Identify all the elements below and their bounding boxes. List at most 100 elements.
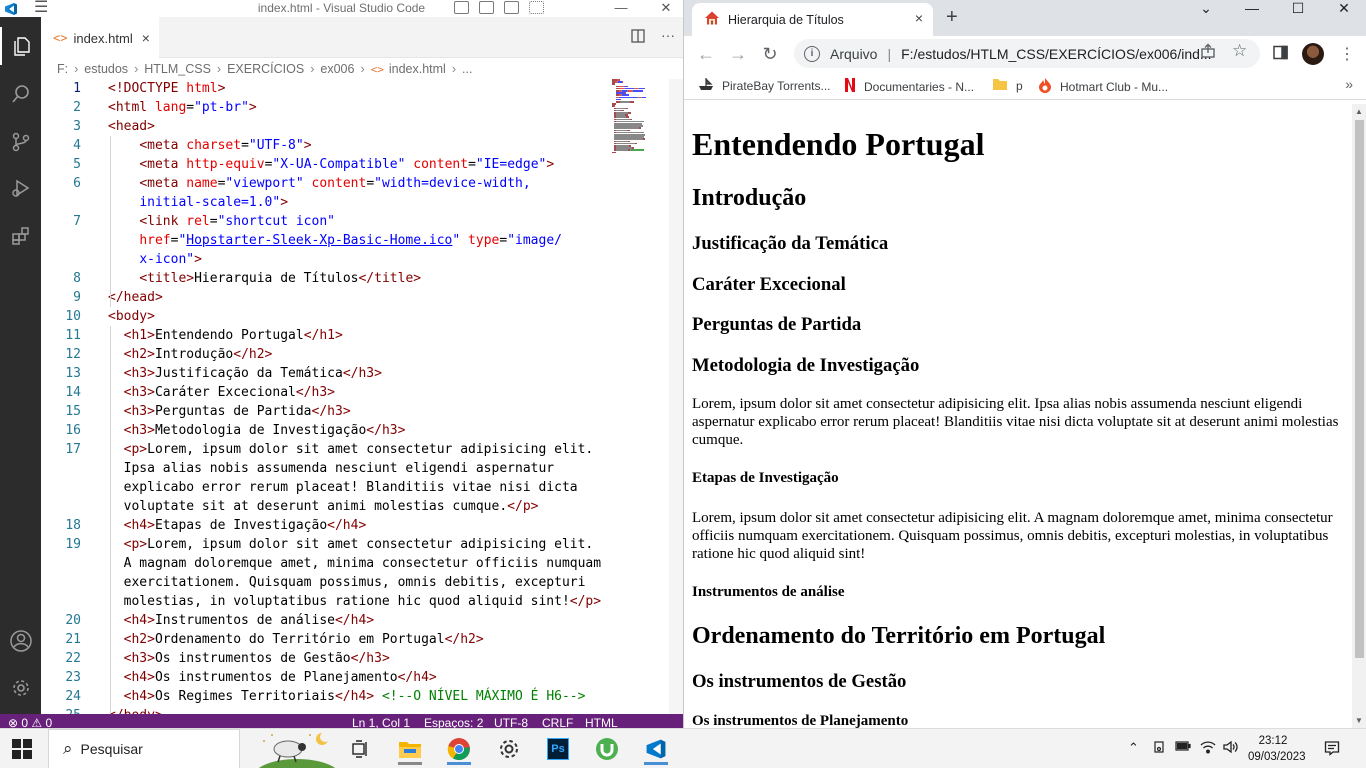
- tab-close-icon[interactable]: ×: [915, 10, 923, 26]
- scroll-up-arrow-icon[interactable]: ▲: [1355, 107, 1363, 116]
- encoding[interactable]: UTF-8: [494, 716, 528, 728]
- bookmark-item[interactable]: Hotmart Club - Mu...: [1038, 77, 1168, 96]
- run-debug-icon[interactable]: [0, 169, 41, 207]
- indentation[interactable]: Espaços: 2: [424, 716, 483, 728]
- chrome-menu-icon[interactable]: ⋮: [1339, 44, 1355, 64]
- code-line[interactable]: 1 <!DOCTYPE html>: [41, 79, 601, 98]
- code-line[interactable]: exercitationem. Quisquam possimus, omnis…: [41, 573, 601, 592]
- code-line[interactable]: 9 </head>: [41, 288, 601, 307]
- toggle-primary-sidebar-icon[interactable]: [454, 1, 469, 14]
- code-line[interactable]: A magnam doloremque amet, minima consect…: [41, 554, 601, 573]
- bookmark-item[interactable]: Documentaries - N...: [844, 77, 974, 96]
- code-line[interactable]: 10 <body>: [41, 307, 601, 326]
- code-line[interactable]: 13 <h3>Justificação da Temática</h3>: [41, 364, 601, 383]
- code-line[interactable]: 19 <p>Lorem, ipsum dolor sit amet consect…: [41, 535, 601, 554]
- code-line[interactable]: 20 <h4>Instrumentos de análise</h4>: [41, 611, 601, 630]
- file-explorer-icon[interactable]: [394, 733, 426, 765]
- scroll-down-arrow-icon[interactable]: ▼: [1355, 716, 1363, 725]
- taskbar-search-box[interactable]: ⌕ Pesquisar: [48, 729, 240, 768]
- url-text[interactable]: F:/estudos/HTLM_CSS/EXERCÍCIOS/ex006/ind…: [901, 46, 1211, 62]
- search-highlight-illustration[interactable]: [252, 729, 340, 768]
- code-line[interactable]: 23 <h4>Os instrumentos de Planejamento</h…: [41, 668, 601, 687]
- wifi-icon[interactable]: [1200, 740, 1216, 757]
- code-editor[interactable]: 1 <!DOCTYPE html> 2 <html lang="pt-br"> 3 <he…: [41, 79, 683, 714]
- problems-indicator[interactable]: ⊗ 0 ⚠ 0: [8, 716, 52, 728]
- volume-icon[interactable]: [1222, 740, 1238, 757]
- scrollbar-thumb[interactable]: [1355, 120, 1364, 658]
- code-line[interactable]: 16 <h3>Metodologia de Investigação</h3>: [41, 421, 601, 440]
- code-line[interactable]: 14 <h3>Caráter Excecional</h3>: [41, 383, 601, 402]
- code-token[interactable]: Hopstarter-Sleek-Xp-Basic-Home.ico: [186, 233, 452, 248]
- code-line[interactable]: 18 <h4>Etapas de Investigação</h4>: [41, 516, 601, 535]
- code-line[interactable]: x-icon">: [41, 250, 601, 269]
- cursor-position[interactable]: Ln 1, Col 1: [352, 716, 410, 728]
- settings-icon[interactable]: [493, 733, 525, 765]
- chrome-icon[interactable]: [443, 733, 475, 765]
- close-button[interactable]: ✕: [1321, 0, 1366, 36]
- split-editor-icon[interactable]: [631, 29, 645, 46]
- code-line[interactable]: 7 <link rel="shortcut icon": [41, 212, 601, 231]
- breadcrumb-item[interactable]: ...: [462, 62, 472, 76]
- tab-close-icon[interactable]: ×: [142, 30, 150, 46]
- forward-arrow-icon[interactable]: →: [726, 42, 750, 66]
- minimap[interactable]: [612, 79, 652, 154]
- code-line[interactable]: initial-scale=1.0">: [41, 193, 601, 212]
- code-line[interactable]: 4 <meta charset="UTF-8">: [41, 136, 601, 155]
- profile-avatar[interactable]: [1302, 43, 1324, 65]
- settings-gear-icon[interactable]: [0, 669, 41, 707]
- breadcrumb-item[interactable]: index.html: [389, 62, 446, 76]
- code-line[interactable]: 5 <meta http-equiv = "X-UA-Compatible" cont…: [41, 155, 601, 174]
- code-line[interactable]: 24 <h4>Os Regimes Territoriais</h4> <!--O…: [41, 687, 601, 706]
- utorrent-icon[interactable]: [591, 733, 623, 765]
- code-line[interactable]: 22 <h3>Os instrumentos de Gestão</h3>: [41, 649, 601, 668]
- bookmark-item[interactable]: PirateBay Torrents...: [698, 77, 831, 94]
- page-scrollbar[interactable]: ▲ ▼: [1352, 104, 1366, 728]
- breadcrumb-item[interactable]: F:: [57, 62, 68, 76]
- code-line[interactable]: 12 <h2>Introdução</h2>: [41, 345, 601, 364]
- vscode-icon[interactable]: [640, 733, 672, 765]
- search-icon[interactable]: [0, 75, 41, 113]
- bookmark-item[interactable]: p: [992, 77, 1023, 94]
- share-icon[interactable]: [1200, 43, 1216, 63]
- reload-icon[interactable]: ↻: [758, 42, 782, 66]
- breadcrumb-item[interactable]: HTLM_CSS: [144, 62, 211, 76]
- code-line[interactable]: Ipsa alias nobis assumenda nesciunt elig…: [41, 459, 601, 478]
- explorer-icon[interactable]: [0, 27, 41, 65]
- breadcrumb-item[interactable]: estudos: [84, 62, 128, 76]
- more-actions-icon[interactable]: ···: [661, 28, 675, 46]
- bookmark-star-icon[interactable]: ☆: [1232, 41, 1247, 61]
- minimize-button[interactable]: —: [609, 0, 633, 17]
- code-line[interactable]: 17 <p>Lorem, ipsum dolor sit amet consect…: [41, 440, 601, 459]
- toggle-secondary-sidebar-icon[interactable]: [504, 1, 519, 14]
- code-line[interactable]: 25 </body>: [41, 706, 601, 714]
- editor-scrollbar[interactable]: [669, 79, 683, 714]
- source-control-icon[interactable]: [0, 123, 41, 161]
- breadcrumb-item[interactable]: EXERCÍCIOS: [227, 62, 304, 76]
- code-line[interactable]: molestias, in voluptatibus ratione hic q…: [41, 592, 601, 611]
- taskbar-clock[interactable]: 23:12 09/03/2023: [1248, 733, 1306, 765]
- battery-icon[interactable]: [1175, 740, 1191, 755]
- language-mode[interactable]: HTML: [585, 716, 618, 728]
- browser-tab[interactable]: Hierarquia de Títulos ×: [692, 3, 933, 36]
- code-line[interactable]: explicabo error rerum placeat! Blanditii…: [41, 478, 601, 497]
- back-arrow-icon[interactable]: ←: [694, 42, 718, 66]
- notification-center-icon[interactable]: [1324, 740, 1340, 759]
- code-line[interactable]: 6 <meta name="viewport" content="width=de…: [41, 174, 601, 193]
- code-line[interactable]: 8 <title>Hierarquia de Títulos</title>: [41, 269, 601, 288]
- tray-device-icon[interactable]: [1152, 740, 1166, 757]
- customize-layout-icon[interactable]: [529, 1, 544, 14]
- address-bar[interactable]: i Arquivo | F:/estudos/HTLM_CSS/EXERCÍCI…: [794, 39, 1260, 68]
- code-line[interactable]: 11 <h1>Entendendo Portugal</h1>: [41, 326, 601, 345]
- breadcrumb-item[interactable]: ex006: [320, 62, 354, 76]
- task-view-icon[interactable]: [344, 733, 376, 765]
- code-line[interactable]: 15 <h3>Perguntas de Partida</h3>: [41, 402, 601, 421]
- extensions-icon[interactable]: [0, 217, 41, 255]
- close-button[interactable]: ✕: [654, 0, 678, 17]
- minimize-button[interactable]: —: [1229, 0, 1275, 36]
- info-icon[interactable]: i: [804, 45, 820, 62]
- code-line[interactable]: href="Hopstarter-Sleek-Xp-Basic-Home.ico…: [41, 231, 601, 250]
- tab-search-chevron-icon[interactable]: ⌄: [1183, 0, 1229, 36]
- end-of-line[interactable]: CRLF: [542, 716, 573, 728]
- maximize-button[interactable]: ☐: [1275, 0, 1321, 36]
- side-panel-icon[interactable]: [1273, 45, 1288, 64]
